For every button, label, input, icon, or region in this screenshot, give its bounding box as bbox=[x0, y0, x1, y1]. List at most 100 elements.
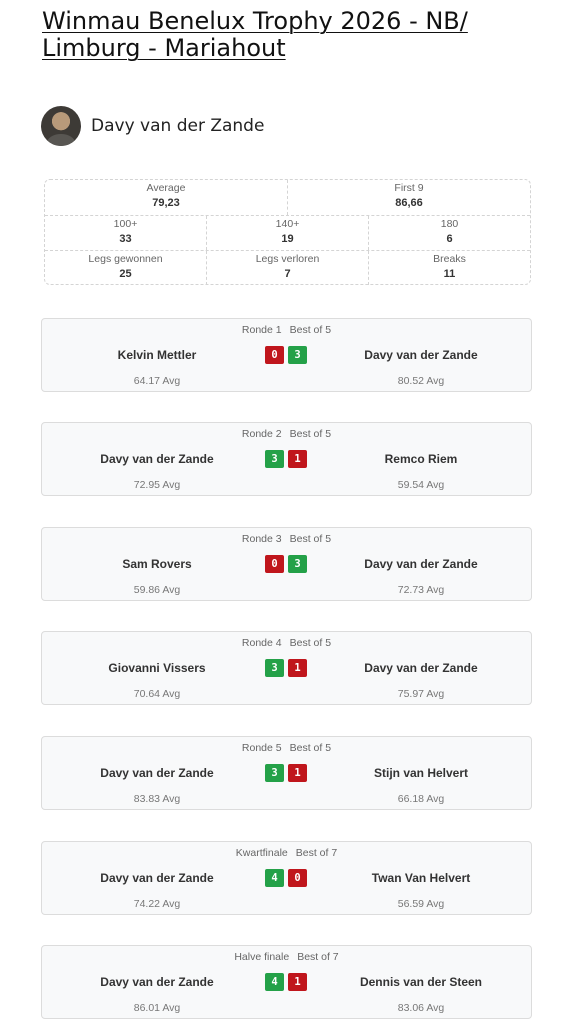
match-round: Ronde 3 bbox=[241, 533, 282, 545]
match-format: Best of 5 bbox=[289, 742, 332, 754]
match-avg-right: 75.97 Avg bbox=[397, 688, 445, 700]
score-left: 4 bbox=[265, 973, 284, 991]
avatar bbox=[41, 106, 81, 146]
match-player-right: Davy van der Zande bbox=[364, 348, 478, 362]
match-player-right: Davy van der Zande bbox=[364, 557, 478, 571]
match-avg-right: 83.06 Avg bbox=[397, 1002, 445, 1014]
match-score: 03 bbox=[265, 346, 307, 364]
match-round: Ronde 2 bbox=[241, 428, 282, 440]
score-left: 3 bbox=[265, 659, 284, 677]
match-player-right: Davy van der Zande bbox=[364, 661, 478, 675]
stat-legs-won: Legs gewonnen 25 bbox=[45, 251, 206, 285]
stat-140-plus: 140+ 19 bbox=[206, 216, 368, 250]
match-card[interactable]: Ronde 5 Best of 5 Davy van der Zande 31 S… bbox=[41, 736, 532, 810]
tournament-title-link[interactable]: Winmau Benelux Trophy 2026 - NB/ Limburg… bbox=[42, 8, 542, 62]
match-player-left: Davy van der Zande bbox=[100, 766, 214, 780]
stat-average: Average 79,23 bbox=[45, 180, 287, 215]
player-name: Davy van der Zande bbox=[91, 116, 265, 136]
score-left: 4 bbox=[265, 869, 284, 887]
score-right: 1 bbox=[288, 973, 307, 991]
player-header: Davy van der Zande bbox=[41, 106, 264, 146]
match-card[interactable]: Ronde 4 Best of 5 Giovanni Vissers 31 Dav… bbox=[41, 631, 532, 705]
match-player-right: Stijn van Helvert bbox=[373, 766, 469, 780]
match-format: Best of 7 bbox=[297, 951, 339, 963]
match-score: 41 bbox=[265, 973, 307, 991]
stat-label: Breaks bbox=[433, 253, 466, 265]
match-player-left: Davy van der Zande bbox=[100, 871, 214, 885]
stat-value: 86,66 bbox=[395, 197, 423, 209]
match-round: Halve finale bbox=[234, 951, 290, 963]
score-right: 3 bbox=[288, 555, 307, 573]
match-player-right: Twan Van Helvert bbox=[371, 871, 471, 885]
match-meta: Kwartfinale Best of 7 bbox=[42, 847, 531, 859]
match-card[interactable]: Ronde 2 Best of 5 Davy van der Zande 31 R… bbox=[41, 422, 532, 496]
score-left: 3 bbox=[265, 764, 284, 782]
stat-100-plus: 100+ 33 bbox=[45, 216, 206, 250]
match-player-right: Remco Riem bbox=[384, 452, 458, 466]
match-avg-right: 80.52 Avg bbox=[397, 375, 445, 387]
match-format: Best of 5 bbox=[289, 637, 332, 649]
match-score: 31 bbox=[265, 764, 307, 782]
match-score: 03 bbox=[265, 555, 307, 573]
stat-breaks: Breaks 11 bbox=[368, 251, 530, 285]
match-round: Ronde 5 bbox=[241, 742, 282, 754]
match-avg-left: 59.86 Avg bbox=[133, 584, 181, 596]
match-player-left: Davy van der Zande bbox=[100, 452, 214, 466]
stat-value: 33 bbox=[119, 233, 132, 245]
stat-value: 79,23 bbox=[152, 197, 180, 209]
match-format: Best of 5 bbox=[289, 324, 332, 336]
stat-first9: First 9 86,66 bbox=[287, 180, 530, 215]
stat-value: 11 bbox=[443, 268, 456, 280]
score-left: 0 bbox=[265, 555, 284, 573]
stat-label: 100+ bbox=[113, 218, 138, 230]
match-avg-right: 59.54 Avg bbox=[397, 479, 445, 491]
match-player-left: Kelvin Mettler bbox=[117, 348, 197, 362]
match-score: 31 bbox=[265, 450, 307, 468]
stat-legs-lost: Legs verloren 7 bbox=[206, 251, 368, 285]
stat-label: First 9 bbox=[394, 182, 424, 194]
match-avg-left: 74.22 Avg bbox=[133, 898, 181, 910]
match-player-left: Giovanni Vissers bbox=[108, 661, 206, 675]
stat-label: Legs gewonnen bbox=[88, 253, 163, 265]
match-format: Best of 7 bbox=[295, 847, 338, 859]
score-right: 0 bbox=[288, 869, 307, 887]
stat-value: 25 bbox=[119, 268, 132, 280]
match-format: Best of 5 bbox=[289, 428, 332, 440]
match-round: Ronde 4 bbox=[241, 637, 282, 649]
match-meta: Ronde 3 Best of 5 bbox=[42, 533, 531, 545]
stat-label: 140+ bbox=[275, 218, 300, 230]
match-score: 31 bbox=[265, 659, 307, 677]
match-avg-left: 86.01 Avg bbox=[133, 1002, 181, 1014]
match-avg-right: 56.59 Avg bbox=[397, 898, 445, 910]
stats-table: Average 79,23 First 9 86,66 100+ 33 140+… bbox=[44, 179, 531, 285]
match-meta: Halve finale Best of 7 bbox=[42, 951, 531, 963]
stat-label: Average bbox=[146, 182, 186, 194]
stat-value: 6 bbox=[446, 233, 453, 245]
match-player-left: Sam Rovers bbox=[122, 557, 192, 571]
score-right: 3 bbox=[288, 346, 307, 364]
match-meta: Ronde 5 Best of 5 bbox=[42, 742, 531, 754]
match-player-left: Davy van der Zande bbox=[100, 975, 214, 989]
score-left: 0 bbox=[265, 346, 284, 364]
stat-label: 180 bbox=[440, 218, 459, 230]
stat-label: Legs verloren bbox=[255, 253, 320, 265]
match-meta: Ronde 2 Best of 5 bbox=[42, 428, 531, 440]
match-card[interactable]: Kwartfinale Best of 7 Davy van der Zande … bbox=[41, 841, 532, 915]
match-meta: Ronde 1 Best of 5 bbox=[42, 324, 531, 336]
match-avg-right: 72.73 Avg bbox=[397, 584, 445, 596]
match-round: Kwartfinale bbox=[235, 847, 288, 859]
score-right: 1 bbox=[288, 659, 307, 677]
match-card[interactable]: Ronde 1 Best of 5 Kelvin Mettler 03 Davy … bbox=[41, 318, 532, 392]
match-card[interactable]: Ronde 3 Best of 5 Sam Rovers 03 Davy van … bbox=[41, 527, 532, 601]
match-player-right: Dennis van der Steen bbox=[359, 975, 483, 989]
match-card[interactable]: Halve finale Best of 7 Davy van der Zande… bbox=[41, 945, 532, 1019]
match-score: 40 bbox=[265, 869, 307, 887]
match-round: Ronde 1 bbox=[241, 324, 282, 336]
match-meta: Ronde 4 Best of 5 bbox=[42, 637, 531, 649]
score-right: 1 bbox=[288, 450, 307, 468]
match-avg-left: 83.83 Avg bbox=[133, 793, 181, 805]
stat-180: 180 6 bbox=[368, 216, 530, 250]
match-avg-left: 70.64 Avg bbox=[133, 688, 181, 700]
match-avg-left: 64.17 Avg bbox=[133, 375, 181, 387]
score-left: 3 bbox=[265, 450, 284, 468]
